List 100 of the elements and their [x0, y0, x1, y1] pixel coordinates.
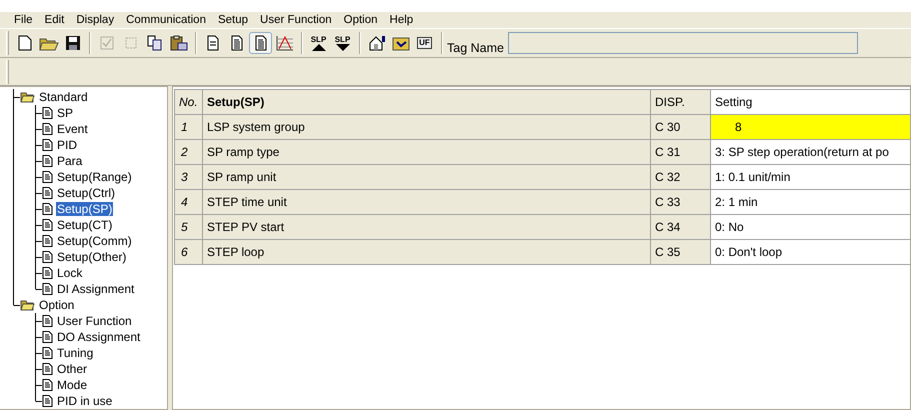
tag-name-label: Tag Name	[447, 40, 504, 57]
tree-item[interactable]: Mode	[56, 378, 88, 392]
menu-item[interactable]: Setup	[212, 12, 254, 28]
tree-item[interactable]: DO Assignment	[56, 330, 142, 344]
menu-item[interactable]: Help	[384, 12, 420, 28]
tree-item[interactable]: User Function	[56, 314, 133, 328]
parameter-name: STEP time unit	[202, 190, 650, 214]
tree-line	[12, 121, 42, 137]
display-code: C 35	[650, 240, 710, 264]
menu-item[interactable]: User Function	[254, 12, 338, 28]
display-code: C 34	[650, 214, 710, 240]
toolbar-button[interactable]	[249, 32, 272, 54]
menu-item[interactable]: Display	[70, 12, 120, 28]
tree-line	[12, 185, 42, 201]
tree-item[interactable]: DI Assignment	[56, 282, 136, 296]
page-icon	[42, 395, 53, 407]
tree-item[interactable]: SP	[56, 106, 74, 120]
column-header: No.	[174, 90, 202, 114]
tree-item[interactable]: PID in use	[56, 394, 114, 408]
tree-item[interactable]: Lock	[56, 266, 84, 280]
row-number: 2	[174, 140, 202, 164]
tree-line	[12, 169, 42, 185]
page-icon	[42, 235, 53, 247]
tree-item[interactable]: Setup(CT)	[56, 218, 114, 232]
page-icon	[42, 251, 53, 263]
column-header: Setup(SP)	[202, 90, 650, 114]
arrow-up-icon	[312, 44, 326, 50]
tree-item[interactable]: Setup(Ctrl)	[56, 186, 116, 200]
folder-icon	[20, 299, 35, 311]
tree-item[interactable]: Para	[56, 154, 84, 168]
setting-value[interactable]: 1: 0.1 unit/min	[710, 164, 910, 190]
tag-name-field[interactable]	[508, 32, 858, 54]
parameter-name: LSP system group	[202, 114, 650, 140]
tree-item[interactable]: Standard	[38, 90, 89, 104]
tree-line	[12, 201, 42, 217]
checkbox-icon	[100, 36, 114, 50]
page-icon	[42, 219, 53, 231]
tree-item[interactable]: Setup(Range)	[56, 170, 133, 184]
display-code: C 32	[650, 164, 710, 190]
tree-item[interactable]: Setup(Comm)	[56, 234, 133, 248]
page-icon	[42, 203, 53, 215]
setting-value[interactable]: 8	[710, 114, 910, 140]
tree-line	[12, 217, 42, 233]
tree-item[interactable]: Option	[38, 298, 76, 312]
upload-button[interactable]: SLP	[307, 32, 330, 54]
tree-line	[12, 249, 42, 265]
display-code: C 33	[650, 190, 710, 214]
row-number: 3	[174, 164, 202, 190]
arrow-down-icon	[336, 44, 350, 50]
menu-item[interactable]: Option	[338, 12, 384, 28]
folder-icon	[20, 91, 35, 103]
tree-line	[12, 137, 42, 153]
setting-value[interactable]: 0: No	[710, 214, 910, 240]
page-icon	[42, 155, 53, 167]
row-number: 4	[174, 190, 202, 214]
column-header: Setting	[710, 90, 910, 114]
tree-line	[12, 153, 42, 169]
page-icon	[42, 187, 53, 199]
menu-item[interactable]: Edit	[38, 12, 70, 28]
document-icon	[206, 35, 218, 51]
parameter-name: SP ramp unit	[202, 164, 650, 190]
page-icon	[42, 123, 53, 135]
setting-value[interactable]: 2: 1 min	[710, 190, 910, 214]
menu-item[interactable]: Communication	[120, 12, 212, 28]
tree-item[interactable]: Event	[56, 122, 89, 136]
page-icon	[42, 107, 53, 119]
display-code: C 31	[650, 140, 710, 164]
house-icon	[368, 35, 386, 51]
tree-item[interactable]: Setup(Other)	[56, 250, 128, 264]
download-button[interactable]: SLP	[331, 32, 354, 54]
page-icon	[42, 139, 53, 151]
tree-item[interactable]: PID	[56, 138, 78, 152]
page-icon	[42, 171, 53, 183]
menu-item[interactable]: File	[8, 12, 39, 28]
document-icon	[18, 35, 32, 51]
row-number: 5	[174, 214, 202, 240]
row-number: 6	[174, 240, 202, 264]
document-icon	[254, 35, 266, 51]
folder-icon	[392, 35, 410, 51]
clipboard-icon	[170, 35, 188, 51]
document-icon	[230, 35, 242, 51]
tree-item[interactable]: Setup(SP)	[56, 202, 114, 216]
tree-item[interactable]: Tuning	[56, 346, 94, 360]
parameter-name: SP ramp type	[202, 140, 650, 164]
setting-value[interactable]: 3: SP step operation(return at po	[710, 140, 910, 164]
toolbar-button[interactable]: UF	[413, 32, 436, 54]
chart-icon	[276, 35, 294, 51]
copy-icon	[146, 35, 162, 51]
parameter-name: STEP PV start	[202, 214, 650, 240]
page-icon	[42, 283, 53, 295]
page-icon	[42, 363, 53, 375]
page-icon	[42, 315, 53, 327]
page-icon	[42, 379, 53, 391]
column-header: DISP.	[650, 90, 710, 114]
page-icon	[42, 347, 53, 359]
tree-line	[12, 265, 42, 281]
setting-value[interactable]: 0: Don't loop	[710, 240, 910, 264]
parameter-name: STEP loop	[202, 240, 650, 264]
tree-item[interactable]: Other	[56, 362, 88, 376]
row-number: 1	[174, 114, 202, 140]
